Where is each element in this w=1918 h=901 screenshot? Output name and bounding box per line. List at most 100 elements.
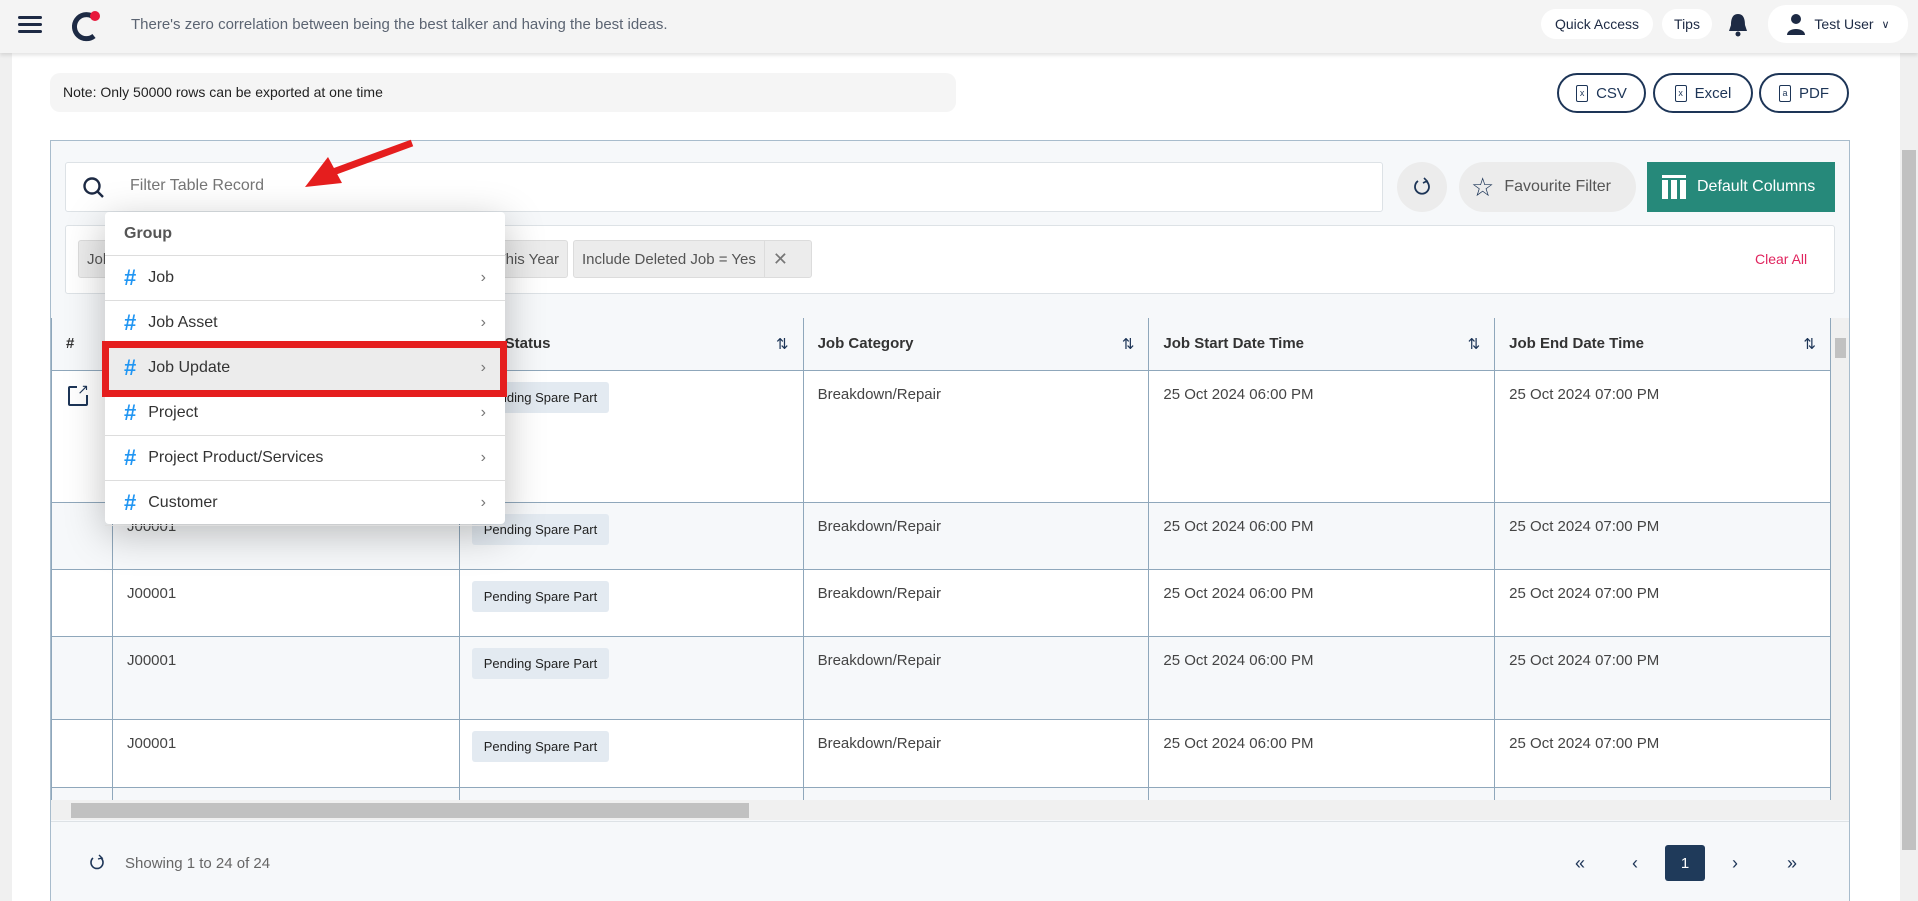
csv-label: CSV <box>1596 84 1627 102</box>
excel-label: Excel <box>1694 84 1732 102</box>
status-cell: Pending Spare Part <box>458 568 804 637</box>
dropdown-title: Group <box>105 212 505 256</box>
dropdown-item[interactable]: # Project Product/Services › <box>105 436 505 481</box>
prev-page-button[interactable]: ‹ <box>1615 845 1655 881</box>
default-columns-button[interactable]: Default Columns <box>1647 162 1835 212</box>
export-note: Note: Only 50000 rows can be exported at… <box>50 73 956 112</box>
export-csv-button[interactable]: x CSV <box>1557 73 1646 113</box>
first-page-button[interactable]: « <box>1560 845 1600 881</box>
quote-text: There's zero correlation between being t… <box>131 16 668 33</box>
quick-access-button[interactable]: Quick Access <box>1541 9 1653 39</box>
row-index <box>51 718 113 788</box>
chevron-right-icon: › <box>480 449 486 466</box>
clear-all-link[interactable]: Clear All <box>1755 251 1807 267</box>
search-icon <box>83 177 104 198</box>
table-vertical-scrollbar[interactable] <box>1831 318 1849 800</box>
sort-icon: ⇅ <box>1121 335 1135 353</box>
chip-label: Include Deleted Job = Yes <box>582 250 756 268</box>
favourite-filter-button[interactable]: ☆ Favourite Filter <box>1459 162 1636 212</box>
page-scrollbar[interactable] <box>1900 53 1918 901</box>
menu-icon[interactable] <box>18 16 42 34</box>
table-row[interactable] <box>51 786 1831 800</box>
category-cell: Breakdown/Repair <box>802 635 1150 720</box>
hash-icon: # <box>124 445 137 470</box>
tips-button[interactable]: Tips <box>1662 9 1712 39</box>
table-row[interactable]: J00001 Pending Spare Part Breakdown/Repa… <box>51 718 1831 788</box>
chevron-right-icon: › <box>480 314 486 331</box>
chevron-right-icon: › <box>480 494 486 511</box>
end-cell: 25 Oct 2024 07:00 PM <box>1494 369 1831 503</box>
hash-icon: # <box>124 490 137 515</box>
job-no-cell: J00001 <box>111 568 460 637</box>
dropdown-item[interactable]: # Job › <box>105 256 505 301</box>
hash-icon: # <box>124 310 137 335</box>
user-name: Test User <box>1814 16 1874 32</box>
job-no-cell: J00001 <box>111 718 460 788</box>
highlight-annotation <box>102 341 507 397</box>
column-header-category[interactable]: Job Category ⇅ <box>802 318 1150 371</box>
dropdown-item-label: Project Product/Services <box>148 449 324 466</box>
status-badge: Pending Spare Part <box>471 730 610 762</box>
showing-count: Showing 1 to 24 of 24 <box>125 855 271 872</box>
column-header-start[interactable]: Job Start Date Time ⇅ <box>1148 318 1496 371</box>
sidebar-edge <box>0 53 12 901</box>
row-index <box>51 635 113 720</box>
start-cell: 25 Oct 2024 06:00 PM <box>1148 501 1496 570</box>
hash-icon: # <box>124 265 137 290</box>
refresh-button[interactable] <box>1397 162 1447 212</box>
start-cell: 25 Oct 2024 06:00 PM <box>1148 635 1496 720</box>
close-icon[interactable]: ✕ <box>763 241 796 277</box>
dropdown-item[interactable]: # Job Asset › <box>105 301 505 346</box>
star-icon: ☆ <box>1471 171 1495 202</box>
category-cell: Breakdown/Repair <box>802 568 1150 637</box>
dropdown-item[interactable]: # Project › <box>105 391 505 436</box>
red-arrow-annotation <box>305 139 414 187</box>
job-no-cell: J00001 <box>111 635 460 720</box>
table-row[interactable]: J00001 Pending Spare Part Breakdown/Repa… <box>51 635 1831 720</box>
sort-icon: ⇅ <box>1467 335 1481 353</box>
row-index <box>51 568 113 637</box>
end-cell: 25 Oct 2024 07:00 PM <box>1494 635 1831 720</box>
status-cell: Pending Spare Part <box>458 718 804 788</box>
row-index <box>51 501 113 570</box>
column-header-end[interactable]: Job End Date Time ⇅ <box>1494 318 1831 371</box>
status-cell: Pending Spare Part <box>458 369 804 503</box>
sort-icon: ⇅ <box>1803 335 1816 353</box>
next-page-button[interactable]: › <box>1715 845 1755 881</box>
dropdown-item-label: Job Asset <box>148 314 218 331</box>
user-menu[interactable]: Test User ∨ <box>1768 5 1908 43</box>
status-cell: Pending Spare Part <box>458 501 804 570</box>
csv-file-icon: x <box>1576 84 1589 102</box>
dropdown-item[interactable]: # Customer › <box>105 481 505 526</box>
column-header-status[interactable]: Job Status ⇅ <box>458 318 804 371</box>
favourite-label: Favourite Filter <box>1504 178 1612 195</box>
chevron-right-icon: › <box>480 269 486 286</box>
status-badge: Pending Spare Part <box>471 647 610 679</box>
last-page-button[interactable]: » <box>1772 845 1812 881</box>
export-excel-button[interactable]: x Excel <box>1653 73 1753 113</box>
pdf-label: PDF <box>1799 84 1829 102</box>
export-pdf-button[interactable]: a PDF <box>1759 73 1849 113</box>
page-1-button[interactable]: 1 <box>1665 845 1705 881</box>
table-row[interactable]: J00001 Pending Spare Part Breakdown/Repa… <box>51 568 1831 637</box>
sort-icon: ⇅ <box>775 335 789 353</box>
end-cell: 25 Oct 2024 07:00 PM <box>1494 501 1831 570</box>
hash-icon: # <box>124 400 137 425</box>
default-columns-label: Default Columns <box>1697 178 1816 195</box>
search-box[interactable] <box>65 162 1383 212</box>
search-input[interactable] <box>130 177 1030 195</box>
bell-icon[interactable] <box>1727 12 1749 38</box>
open-external-icon[interactable]: ↗ <box>68 382 89 406</box>
filter-chip-include-deleted[interactable]: Include Deleted Job = Yes ✕ <box>573 240 812 278</box>
category-cell: Breakdown/Repair <box>802 501 1150 570</box>
refresh-icon[interactable] <box>88 854 106 872</box>
category-cell: Breakdown/Repair <box>802 718 1150 788</box>
end-cell: 25 Oct 2024 07:00 PM <box>1494 718 1831 788</box>
dropdown-item-label: Job <box>148 269 175 286</box>
columns-icon <box>1662 175 1686 199</box>
category-cell: Breakdown/Repair <box>802 369 1150 503</box>
end-cell: 25 Oct 2024 07:00 PM <box>1494 568 1831 637</box>
start-cell: 25 Oct 2024 06:00 PM <box>1148 718 1496 788</box>
chevron-right-icon: › <box>480 404 486 421</box>
table-horizontal-scrollbar[interactable] <box>51 800 1849 820</box>
